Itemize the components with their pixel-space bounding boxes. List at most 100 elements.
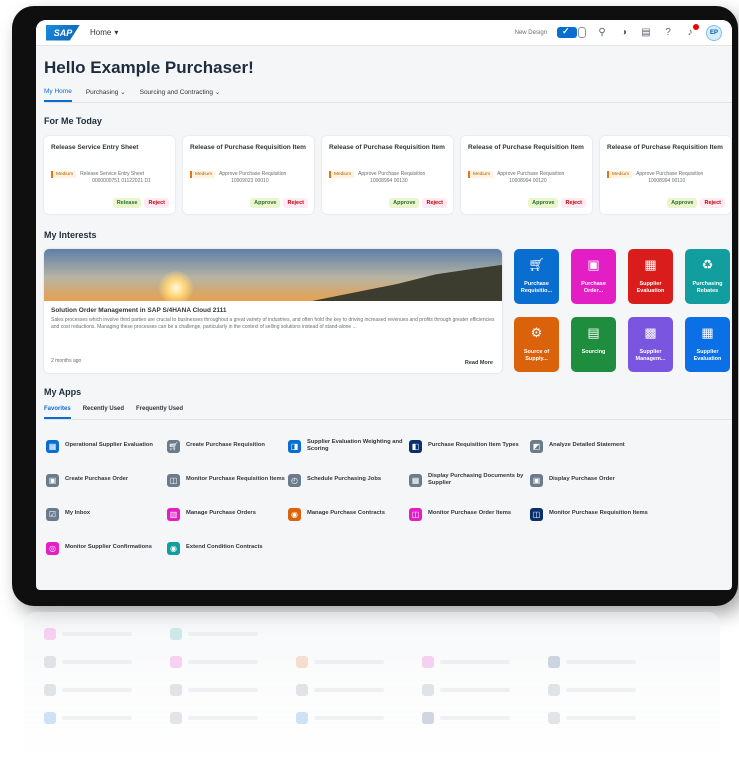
app-tile-label: Source of Supply... — [523, 349, 550, 362]
app-link-label: Display Purchasing Documents by Supplier — [428, 472, 524, 486]
app-link-label: Extend Condition Contracts — [186, 544, 263, 551]
device-frame: SAP Home ▾ New Design ⚲ ◑ ▤ ? ♪ EP Hello… — [12, 6, 738, 606]
app-tile[interactable]: ▦ Supplier Evaluation — [628, 249, 673, 304]
app-link[interactable]: ▣ Create Purchase Order — [46, 463, 167, 497]
notes-icon[interactable]: ▤ — [640, 27, 652, 38]
rebates-icon: ♻ — [701, 257, 714, 272]
approve-button[interactable]: Approve — [528, 198, 559, 208]
app-link[interactable]: ▦ Display Purchasing Documents by Supplie… — [409, 463, 530, 497]
priority-badge: Medium — [329, 171, 355, 178]
monitor-icon: ◫ — [409, 507, 422, 521]
app-link-label: Create Purchase Order — [65, 476, 129, 483]
priority-badge: Medium — [607, 171, 633, 178]
app-tiles: 🛒︎ Purchase Requisitio... ▣ Purchase Order.… — [514, 249, 730, 373]
app-link[interactable]: ◎ Monitor Supplier Confirmations — [46, 531, 167, 565]
priority-badge: Medium — [468, 171, 494, 178]
app-link[interactable]: ◫ Monitor Purchase Order Items — [409, 497, 530, 531]
task-card[interactable]: Release of Purchase Requisition Item Medi… — [183, 136, 314, 214]
tab-purchasing-label: Purchasing — [85, 89, 119, 96]
approve-button[interactable]: Approve — [389, 198, 420, 208]
reject-button[interactable]: Reject — [144, 198, 169, 208]
app-tile-label: Supplier Evaluation — [693, 349, 722, 362]
app-link[interactable]: ▣ Display Purchase Order — [530, 463, 651, 497]
inbox-icon: ☑ — [46, 507, 59, 521]
app-tile[interactable]: ▣ Purchase Order... — [571, 249, 616, 304]
approve-button[interactable]: Release — [112, 198, 142, 208]
page-title: Hello Example Purchaser! — [44, 58, 254, 77]
task-cards: Release Service Entry Sheet Medium Release… — [44, 136, 732, 214]
app-link-label: Schedule Purchasing Jobs — [307, 476, 382, 483]
app-link[interactable]: ◩ Analyze Detailed Statement — [530, 429, 651, 463]
reject-button[interactable]: Reject — [700, 198, 725, 208]
reject-button[interactable]: Reject — [283, 198, 308, 208]
contracts-icon: ◉ — [167, 541, 180, 555]
tab-sourcing-contracting[interactable]: Sourcing and Contracting ⌄ — [140, 88, 221, 102]
task-card[interactable]: Release of Purchase Requisition Item Medi… — [600, 136, 731, 214]
tab-recently-used[interactable]: Recently Used — [83, 406, 124, 419]
app-link[interactable]: ◧ Purchase Requisition Item Types — [409, 429, 530, 463]
app-tile[interactable]: ▤ Sourcing — [571, 317, 616, 372]
app-link[interactable]: ◨ Supplier Evaluation Weighting and Scori… — [288, 429, 409, 463]
approve-button[interactable]: Approve — [250, 198, 281, 208]
app-link-label: Create Purchase Requisition — [186, 442, 265, 449]
task-card-title: Release of Purchase Requisition Item — [607, 144, 723, 151]
app-tile[interactable]: ⚙ Source of Supply... — [514, 317, 559, 372]
apps-tabs: Favorites Recently Used Frequently Used — [44, 406, 732, 420]
app-link-label: Manage Purchase Orders — [186, 510, 256, 517]
co-pilot-icon[interactable]: ◑ — [618, 27, 630, 38]
tab-purchasing[interactable]: Purchasing ⌄ — [86, 88, 126, 102]
schedule-icon: ◴ — [288, 473, 301, 487]
sap-logo[interactable]: SAP — [46, 24, 80, 41]
help-icon[interactable]: ? — [662, 27, 674, 38]
task-card[interactable]: Release of Purchase Requisition Item Medi… — [461, 136, 592, 214]
app-link[interactable]: ◴ Schedule Purchasing Jobs — [288, 463, 409, 497]
app-link[interactable]: ▦ Operational Supplier Evaluation — [46, 429, 167, 463]
apps-grid: ▦ Operational Supplier Evaluation 🛒︎ Create… — [46, 429, 732, 565]
app-tile-label: Supplier Managem... — [635, 349, 666, 362]
app-link[interactable]: ◫ Monitor Purchase Requisition Items — [530, 497, 651, 531]
chevron-down-icon: ▾ — [114, 28, 119, 37]
tab-favorites[interactable]: Favorites — [44, 406, 71, 419]
task-card[interactable]: Release of Purchase Requisition Item Medi… — [322, 136, 453, 214]
new-design-toggle[interactable] — [557, 26, 577, 38]
document-icon: ▣ — [587, 257, 600, 272]
tab-frequently-used[interactable]: Frequently Used — [136, 406, 183, 419]
search-icon[interactable]: ⚲ — [596, 27, 608, 38]
reject-button[interactable]: Reject — [422, 198, 447, 208]
task-card-description: Approve Purchase Requisition — [358, 171, 426, 177]
app-link-label: Monitor Purchase Order Items — [428, 510, 512, 517]
approve-button[interactable]: Approve — [667, 198, 698, 208]
app-tile[interactable]: ▦ Supplier Evaluation — [685, 317, 730, 372]
app-link[interactable]: ▥ Manage Purchase Orders — [167, 497, 288, 531]
home-menu[interactable]: Home ▾ — [90, 28, 118, 37]
reject-button[interactable]: Reject — [561, 198, 586, 208]
app-link-label: Manage Purchase Contracts — [307, 510, 385, 517]
orders-icon: ▥ — [167, 507, 180, 521]
new-design-toggle-off[interactable] — [578, 27, 586, 38]
statement-icon: ◩ — [530, 439, 543, 453]
news-card[interactable]: Solution Order Management in SAP S/4HANA… — [44, 249, 502, 373]
cart-icon: 🛒︎ — [528, 257, 545, 272]
evaluation-icon: ▦ — [644, 257, 657, 272]
app-link[interactable]: ◉ Manage Purchase Contracts — [288, 497, 409, 531]
app-link-label: Monitor Supplier Confirmations — [65, 544, 152, 551]
new-design-label: New Design — [514, 29, 547, 36]
app-link[interactable]: ☑ My Inbox — [46, 497, 167, 531]
task-card-id: 10008994 00110 — [648, 177, 686, 184]
priority-badge: Medium — [51, 171, 77, 178]
task-card-id: 10009023 00010 — [231, 177, 269, 184]
avatar[interactable]: EP — [706, 24, 722, 41]
notification-icon[interactable]: ♪ — [684, 24, 699, 38]
task-card[interactable]: Release Service Entry Sheet Medium Release… — [44, 136, 175, 214]
read-more-link[interactable]: Read More — [465, 360, 493, 366]
document-icon: ▣ — [46, 473, 59, 487]
task-card-title: Release of Purchase Requisition Item — [329, 144, 445, 151]
app-tile[interactable]: ▩ Supplier Managem... — [628, 317, 673, 372]
app-tile[interactable]: 🛒︎ Purchase Requisitio... — [514, 249, 559, 304]
app-link[interactable]: ◉ Extend Condition Contracts — [167, 531, 288, 565]
app-tile[interactable]: ♻ Purchasing Rebates — [685, 249, 730, 304]
app-link[interactable]: 🛒︎ Create Purchase Requisition — [167, 429, 288, 463]
supply-icon: ⚙ — [530, 325, 543, 340]
tab-my-home[interactable]: My Home — [44, 88, 72, 102]
app-link[interactable]: ◫ Monitor Purchase Requisition Items — [167, 463, 288, 497]
